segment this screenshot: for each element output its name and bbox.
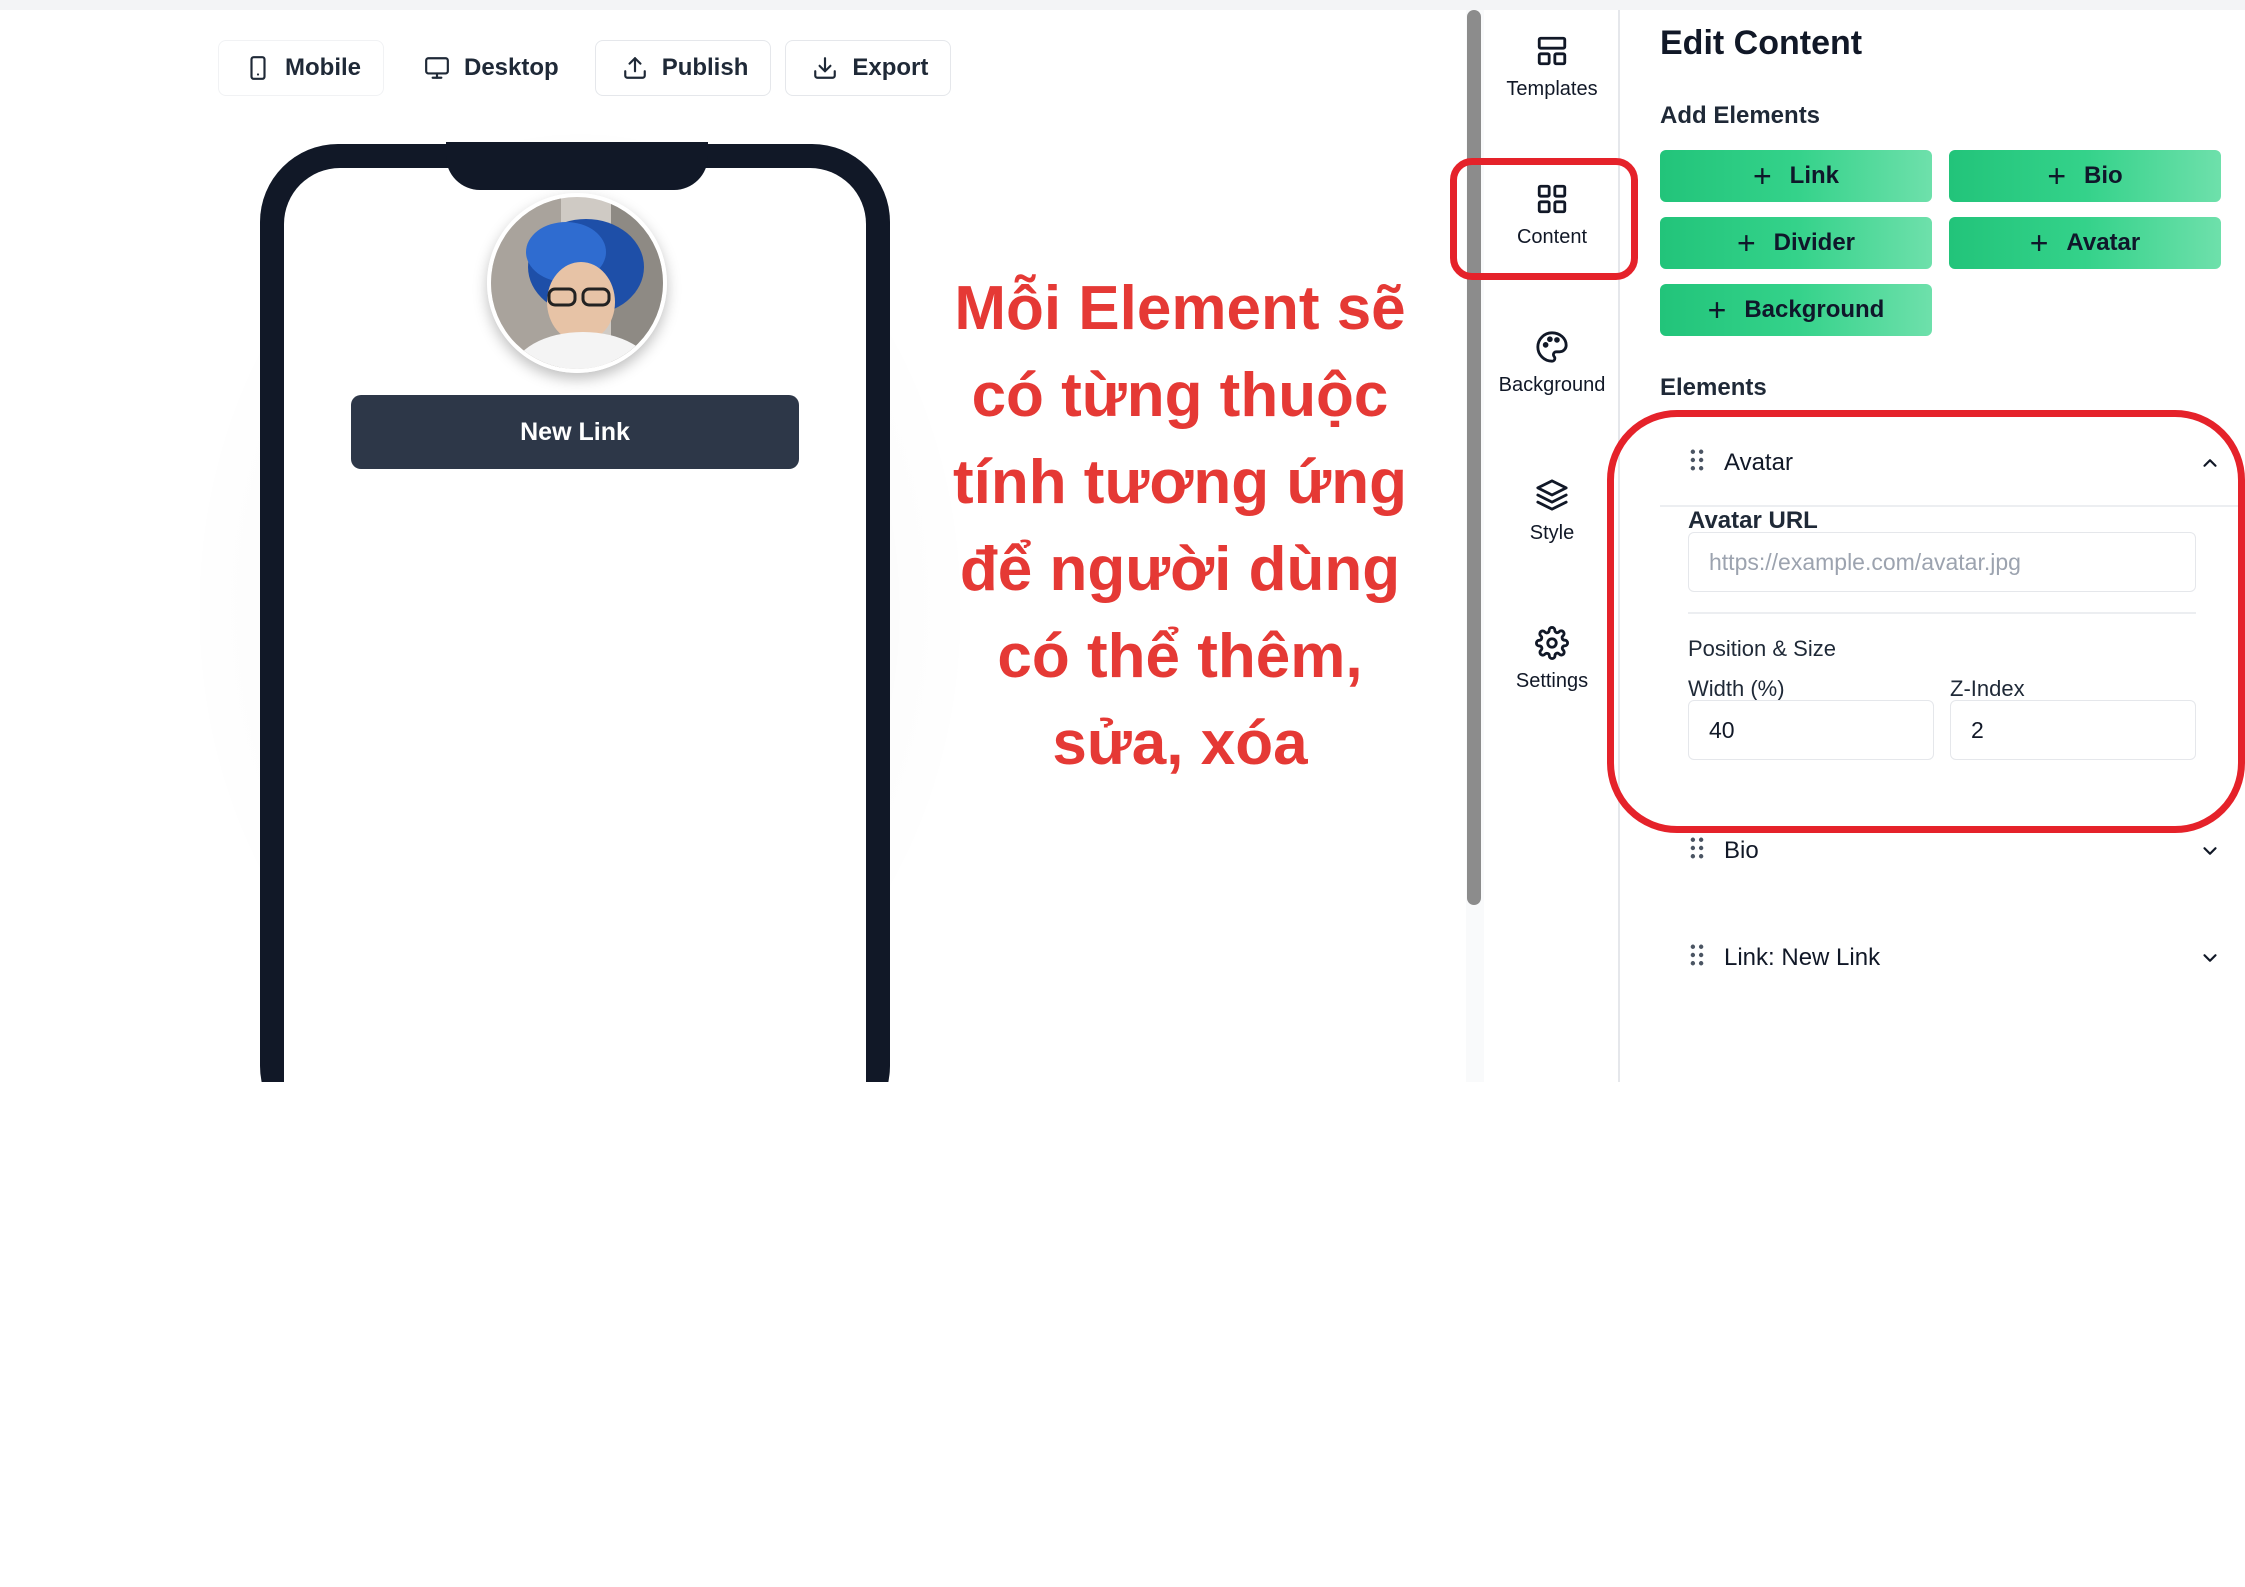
annotation-text: Mỗi Element sẽ có từng thuộc tính tương … bbox=[910, 265, 1450, 787]
add-link-button[interactable]: + Link bbox=[1660, 150, 1932, 202]
toolbar: Mobile Desktop Publish Export bbox=[218, 40, 952, 96]
smartphone-icon bbox=[250, 56, 266, 80]
annotation-line: tính tương ứng bbox=[952, 448, 1408, 517]
highlight-content-tab bbox=[1450, 158, 1638, 280]
add-button-label: Background bbox=[1744, 296, 1885, 323]
chevron-down-icon[interactable] bbox=[2190, 840, 2230, 862]
desktop-view-button[interactable]: Desktop bbox=[398, 40, 581, 96]
add-divider-button[interactable]: + Divider bbox=[1660, 217, 1932, 269]
element-label: Bio bbox=[1724, 837, 1759, 864]
element-label: Link: New Link bbox=[1724, 944, 1881, 971]
avatar[interactable] bbox=[487, 193, 667, 373]
add-button-label: Avatar bbox=[2066, 229, 2141, 256]
phone-preview: New Link bbox=[260, 142, 890, 1082]
sidebar-item-label: Background bbox=[1498, 374, 1606, 396]
publish-label: Publish bbox=[661, 54, 749, 81]
export-label: Export bbox=[852, 54, 929, 81]
drag-handle-icon[interactable] bbox=[1660, 944, 1704, 972]
palette-icon bbox=[1536, 331, 1568, 363]
plus-icon: + bbox=[1736, 225, 1756, 261]
plus-icon: + bbox=[1707, 292, 1727, 328]
annotation-line: sửa, xóa bbox=[1052, 709, 1308, 778]
scrollbar-thumb[interactable] bbox=[1467, 10, 1481, 905]
phone-screen: New Link bbox=[284, 168, 866, 1082]
mobile-view-button[interactable]: Mobile bbox=[218, 40, 384, 96]
sidebar-item-label: Templates bbox=[1506, 78, 1598, 100]
sidebar-item-templates[interactable]: Templates bbox=[1484, 34, 1620, 101]
export-button[interactable]: Export bbox=[785, 40, 952, 96]
desktop-label: Desktop bbox=[464, 54, 559, 81]
plus-icon: + bbox=[2047, 158, 2066, 194]
chevron-down-icon[interactable] bbox=[2190, 947, 2230, 969]
publish-button[interactable]: Publish bbox=[594, 40, 772, 96]
preview-link-button[interactable]: New Link bbox=[351, 395, 799, 469]
layers-icon bbox=[1536, 479, 1568, 511]
gear-icon bbox=[1535, 626, 1569, 660]
sidebar-item-style[interactable]: Style bbox=[1484, 478, 1620, 545]
add-avatar-button[interactable]: + Avatar bbox=[1949, 217, 2221, 269]
annotation-line: có từng thuộc bbox=[971, 361, 1389, 430]
avatar-photo bbox=[491, 197, 663, 369]
annotation-line: để người dùng bbox=[959, 535, 1401, 604]
sidebar-item-label: Settings bbox=[1515, 670, 1589, 692]
plus-icon: + bbox=[1752, 158, 1772, 194]
upload-icon bbox=[623, 57, 646, 79]
add-elements-label: Add Elements bbox=[1660, 102, 1821, 129]
elements-label: Elements bbox=[1660, 374, 1767, 401]
phone-notch bbox=[446, 142, 708, 190]
download-icon bbox=[814, 57, 837, 79]
layout-icon bbox=[1537, 36, 1567, 66]
mobile-label: Mobile bbox=[285, 54, 361, 81]
sidebar-item-background[interactable]: Background bbox=[1484, 330, 1620, 397]
panel-title: Edit Content bbox=[1660, 24, 1863, 62]
editor-screenshot: Mobile Desktop Publish Export New Link M… bbox=[0, 0, 2245, 1082]
highlight-avatar-properties bbox=[1607, 410, 2245, 833]
add-button-label: Link bbox=[1789, 162, 1840, 189]
sidebar-item-settings[interactable]: Settings bbox=[1484, 626, 1620, 693]
add-button-label: Bio bbox=[2084, 162, 2123, 189]
add-bio-button[interactable]: + Bio bbox=[1949, 150, 2221, 202]
monitor-icon bbox=[425, 57, 449, 79]
top-divider bbox=[0, 0, 2245, 10]
element-row-link[interactable]: Link: New Link bbox=[1660, 923, 2230, 993]
sidebar-item-label: Style bbox=[1529, 522, 1575, 544]
annotation-line: Mỗi Element sẽ bbox=[954, 274, 1406, 343]
annotation-line: có thể thêm, bbox=[997, 622, 1363, 691]
add-background-button[interactable]: + Background bbox=[1660, 284, 1932, 336]
drag-handle-icon[interactable] bbox=[1660, 837, 1704, 865]
plus-icon: + bbox=[2029, 225, 2049, 261]
add-button-label: Divider bbox=[1773, 229, 1856, 256]
